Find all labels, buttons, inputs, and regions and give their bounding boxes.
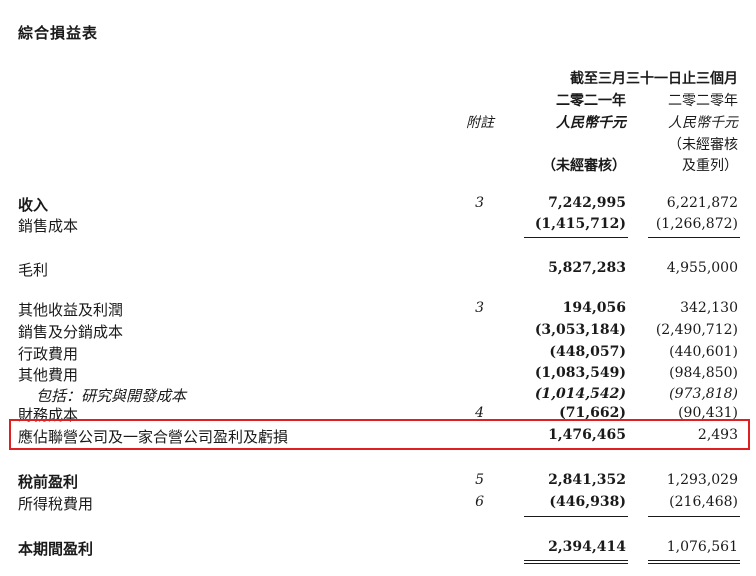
- row-value-2021-profit-before-tax: 2,841,352: [548, 472, 626, 488]
- row-value-2021-rnd-costs: (1,014,542): [534, 386, 626, 402]
- row-label-cost-of-sales: 銷售成本: [18, 217, 79, 235]
- row-value-2020-other-expenses: (984,850): [669, 365, 738, 381]
- row-value-2020-other-income: 342,130: [680, 300, 738, 316]
- row-value-2021-profit-for-period: 2,394,414: [548, 539, 626, 555]
- col2-year: 二零二零年: [668, 93, 738, 109]
- row-value-2021-gross-profit: 5,827,283: [548, 260, 626, 276]
- tax-rule-2020: [648, 516, 740, 517]
- subtotal-rule-2020: [648, 237, 740, 238]
- col2-audit-line1: （未經審核: [668, 137, 738, 153]
- row-value-2020-selling-costs: (2,490,712): [655, 322, 738, 338]
- row-value-2020-revenue: 6,221,872: [666, 195, 738, 211]
- row-value-2020-profit-for-period: 1,076,561: [666, 539, 738, 555]
- row-note-revenue: 3: [475, 195, 484, 211]
- col1-unit: 人民幣千元: [556, 115, 626, 131]
- subtotal-rule-2021: [524, 237, 628, 238]
- total-double-rule-2021: [524, 560, 628, 564]
- col1-audit: （未經審核）: [542, 158, 626, 174]
- row-value-2020-income-tax: (216,468): [669, 494, 738, 510]
- row-value-2020-profit-before-tax: 1,293,029: [666, 472, 738, 488]
- statement-title: 綜合損益表: [18, 24, 99, 42]
- row-note-profit-before-tax: 5: [475, 472, 484, 488]
- row-value-2021-admin-expenses: (448,057): [549, 344, 626, 360]
- row-value-2021-other-expenses: (1,083,549): [534, 365, 626, 381]
- row-label-revenue: 收入: [18, 196, 49, 214]
- row-note-income-tax: 6: [475, 494, 484, 510]
- row-value-2021-income-tax: (446,938): [549, 494, 626, 510]
- col2-audit-line2: 及重列）: [682, 158, 738, 174]
- period-header: 截至三月三十一日止三個月: [570, 71, 738, 87]
- row-note-other-income: 3: [475, 300, 484, 316]
- row-label-gross-profit: 毛利: [18, 261, 49, 279]
- row-value-2020-cost-of-sales: (1,266,872): [655, 216, 738, 232]
- row-value-2021-other-income: 194,056: [562, 300, 626, 316]
- col1-year: 二零二一年: [556, 93, 626, 109]
- total-double-rule-2020: [648, 560, 740, 564]
- row-label-other-expenses: 其他費用: [18, 366, 79, 384]
- tax-rule-2021: [524, 516, 628, 517]
- row-value-2021-selling-costs: (3,053,184): [534, 322, 626, 338]
- row-value-2020-gross-profit: 4,955,000: [666, 260, 738, 276]
- row-label-profit-for-period: 本期間盈利: [18, 540, 94, 558]
- row-value-2020-rnd-costs: (973,818): [669, 386, 738, 402]
- row-value-2021-cost-of-sales: (1,415,712): [534, 216, 626, 232]
- row-label-other-income: 其他收益及利潤: [18, 301, 124, 319]
- note-column-header: 附註: [466, 115, 494, 131]
- row-label-share-of-associates: 應佔聯營公司及一家合營公司盈利及虧損: [18, 428, 289, 446]
- row-value-2020-admin-expenses: (440,601): [669, 344, 738, 360]
- row-label-income-tax: 所得稅費用: [18, 495, 94, 513]
- row-value-2021-share-of-associates: 1,476,465: [548, 427, 626, 443]
- row-label-profit-before-tax: 稅前盈利: [18, 473, 79, 491]
- row-label-selling-costs: 銷售及分銷成本: [18, 323, 124, 341]
- row-value-2021-revenue: 7,242,995: [548, 195, 626, 211]
- col2-unit: 人民幣千元: [668, 115, 738, 131]
- row-label-admin-expenses: 行政費用: [18, 345, 79, 363]
- row-label-rnd-costs: 包括：研究與開發成本: [36, 387, 187, 405]
- row-value-2020-share-of-associates: 2,493: [697, 427, 738, 443]
